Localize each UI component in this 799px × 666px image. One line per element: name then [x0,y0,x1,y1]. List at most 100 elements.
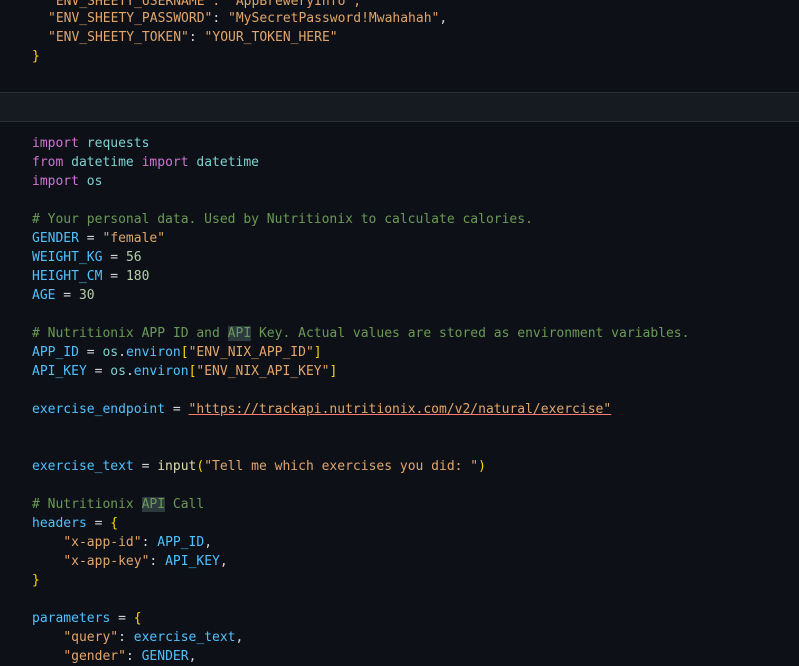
code-token: parameters [32,611,111,626]
code-token: , [219,554,228,569]
code-token: import [141,155,189,170]
code-token: requests [86,136,150,151]
code-token: API_KEY [165,554,220,569]
code-line: "gender": GENDER, [32,647,196,666]
code-token: exercise_endpoint [32,402,166,417]
code-line: "x-app-key": API_KEY, [32,552,228,571]
code-line: "query": exercise_text, [32,628,243,647]
code-block[interactable]: import requests from datetime import dat… [0,122,799,665]
block-divider [0,92,799,122]
code-token: from [32,155,64,170]
code-token: os [86,174,103,189]
code-token: os [102,345,119,360]
code-token: = [133,459,158,474]
code-token: = [102,250,126,265]
code-token: "query" [63,630,119,645]
code-token: environ [133,364,189,379]
code-token: { [110,516,119,531]
code-token: GENDER [32,231,79,246]
code-token: : [149,554,166,569]
code-line: import os [32,172,102,191]
code-token: "MySecretPassword!Mwahahah" [228,11,440,26]
code-token: AGE [32,288,56,303]
url-link[interactable]: https://trackapi.nutritionix.com/v2/natu… [196,402,603,417]
code-comment: # Your personal data. Used by Nutritioni… [32,212,533,227]
code-token: : [125,649,142,664]
code-token: # Nutritionix [32,497,142,512]
previous-code-block: "ENV_SHEETY_USERNAME": "AppBreweryInfo",… [0,0,799,92]
code-token: : [212,11,229,26]
code-token: datetime [196,155,260,170]
code-token: 180 [125,269,150,284]
code-token: = [55,288,79,303]
code-token: = [165,402,189,417]
code-token: API_KEY [32,364,87,379]
code-token: Call [165,497,205,512]
code-token: environ [125,345,181,360]
code-line: "ENV_SHEETY_TOKEN": "YOUR_TOKEN_HERE" [48,28,338,47]
code-token: [ [180,345,189,360]
code-token: os [110,364,126,379]
code-line: HEIGHT_CM = 180 [32,267,149,286]
code-token: # Nutritionix APP ID and [32,326,228,341]
code-line: APP_ID = os.environ["ENV_NIX_APP_ID"] [32,343,322,362]
code-token: input [157,459,197,474]
code-token: "YOUR_TOKEN_HERE" [204,30,338,45]
code-line: AGE = 30 [32,286,95,305]
code-token: "gender" [63,649,126,664]
code-line: exercise_endpoint = "https://trackapi.nu… [32,400,611,419]
code-token: GENDER [141,649,189,664]
code-token: "ENV_SHEETY_USERNAME": "AppBreweryInfo", [48,0,362,9]
code-token: } [32,49,40,64]
code-token: = [102,269,126,284]
code-token: 30 [78,288,95,303]
code-line: WEIGHT_KG = 56 [32,248,142,267]
code-token: = [78,345,103,360]
code-token: HEIGHT_CM [32,269,103,284]
code-token: Key. Actual values are stored as environ… [251,326,690,341]
code-token: , [439,11,448,26]
code-token: , [188,649,197,664]
code-token: = [110,611,134,626]
code-token: "x-app-key" [63,554,150,569]
code-token: "ENV_SHEETY_PASSWORD" [48,11,213,26]
code-token: = [86,516,111,531]
code-token: } [32,573,40,588]
code-token: import [32,136,79,151]
code-line: "ENV_SHEETY_PASSWORD": "MySecretPassword… [48,9,447,28]
code-token: , [235,630,244,645]
code-token: ] [329,364,338,379]
code-token: "ENV_SHEETY_TOKEN" [48,30,189,45]
code-token: . [125,364,134,379]
code-token: exercise_text [32,459,134,474]
code-token: , [204,535,213,550]
code-token: exercise_text [133,630,236,645]
code-line: } [32,47,40,66]
code-token: WEIGHT_KG [32,250,103,265]
code-token: "x-app-id" [63,535,142,550]
code-token: APP_ID [157,535,205,550]
code-token: "female" [102,231,166,246]
code-line: "x-app-id": APP_ID, [32,533,212,552]
code-line: headers = { [32,514,118,533]
code-token: : [188,30,205,45]
code-token: datetime [71,155,134,170]
code-token: headers [32,516,87,531]
code-token: 56 [125,250,142,265]
code-token: : [141,535,158,550]
code-line: # Nutritionix APP ID and API Key. Actual… [32,324,689,343]
code-token: API [141,497,166,512]
code-token: APP_ID [32,345,79,360]
code-token: . [118,345,126,360]
code-line: parameters = { [32,609,142,628]
code-token: "ENV_NIX_API_KEY" [196,364,330,379]
code-token: import [32,174,79,189]
code-token: API [227,326,252,341]
code-line: import requests [32,134,149,153]
